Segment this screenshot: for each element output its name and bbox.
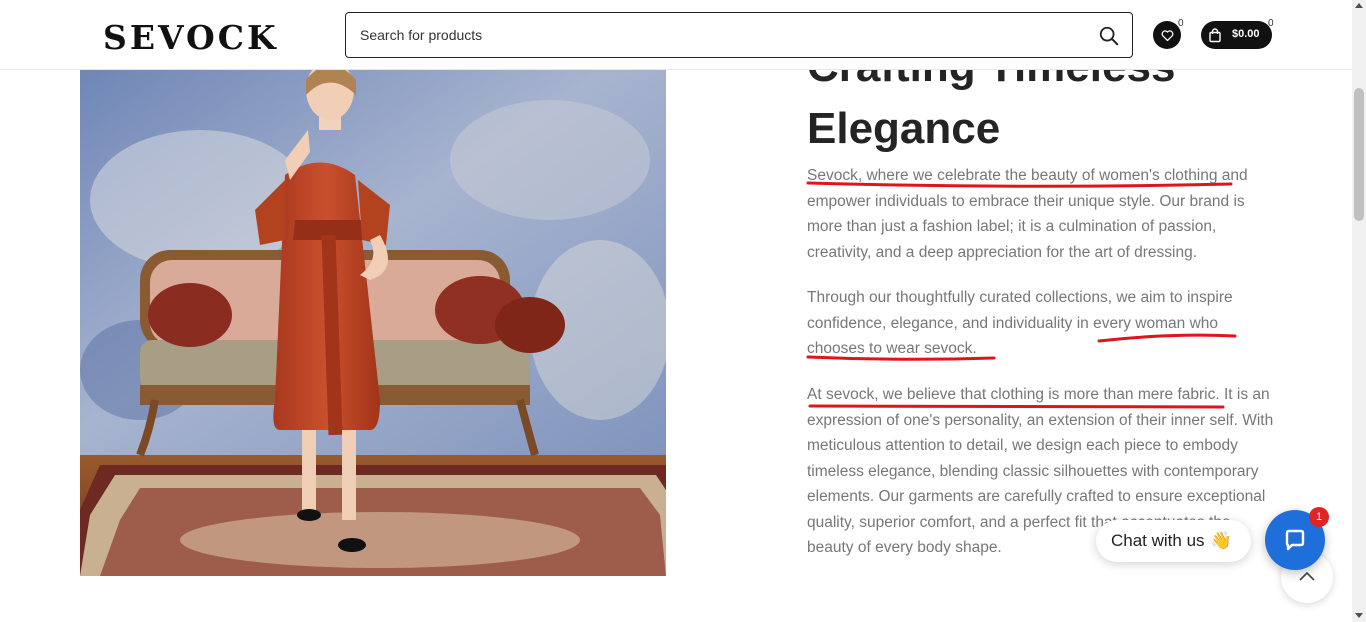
page-scrollbar[interactable] <box>1352 0 1366 622</box>
search-bar <box>345 12 1133 58</box>
cart-total: $0.00 <box>1232 28 1260 40</box>
chat-notification-badge: 1 <box>1309 507 1329 527</box>
scroll-down-arrow-icon[interactable] <box>1355 613 1363 618</box>
chat-label: Chat with us <box>1111 531 1205 550</box>
heart-icon <box>1161 29 1173 41</box>
heading-line-2: Elegance <box>807 104 1001 153</box>
site-logo[interactable]: SEVOCK <box>103 18 279 57</box>
woman-in-red-dress-photo <box>80 70 666 576</box>
chevron-up-icon <box>1299 571 1315 581</box>
search-input[interactable] <box>360 13 1080 57</box>
waving-hand-icon: 👋 <box>1210 531 1232 550</box>
chat-with-us-bubble[interactable]: Chat with us 👋 <box>1096 520 1251 562</box>
scrollbar-thumb[interactable] <box>1354 88 1364 221</box>
collections-paragraph: Through our thoughtfully curated collect… <box>807 289 1233 357</box>
scroll-up-arrow-icon[interactable] <box>1355 3 1363 8</box>
intro-paragraph: Sevock, where we celebrate the beauty of… <box>807 167 1248 261</box>
site-header: SEVOCK 0 $0.00 0 <box>0 0 1352 70</box>
wishlist-button[interactable] <box>1153 21 1181 49</box>
cart-count: 0 <box>1268 18 1274 29</box>
shopping-bag-icon <box>1209 28 1221 43</box>
search-icon[interactable] <box>1098 25 1120 47</box>
chat-icon <box>1285 529 1305 551</box>
hero-image <box>80 70 666 576</box>
cart-button[interactable]: $0.00 <box>1201 21 1272 49</box>
wishlist-count: 0 <box>1178 18 1184 29</box>
